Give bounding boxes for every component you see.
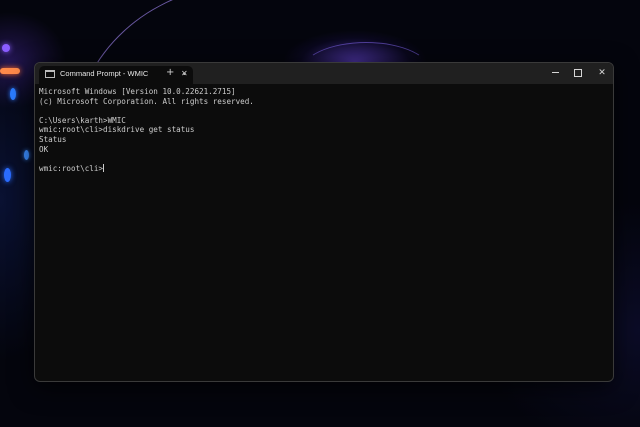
chevron-down-icon[interactable]: ⌄: [181, 67, 188, 79]
minimize-icon: [551, 72, 559, 73]
new-tab-button[interactable]: +: [166, 66, 174, 80]
wallpaper-glow: [2, 44, 10, 52]
console-line: Status: [39, 134, 67, 144]
console-line: C:\Users\karth>WMIC: [39, 115, 126, 125]
text-cursor: [103, 163, 105, 172]
wallpaper-glow: [24, 150, 29, 160]
tab-title: Command Prompt - WMIC: [60, 69, 149, 78]
minimize-button[interactable]: [545, 66, 565, 80]
prompt-text: wmic:root\cli>: [39, 163, 104, 173]
title-bar[interactable]: Command Prompt - WMIC ✕ + ⌄ ✕: [35, 63, 613, 84]
terminal-icon: [45, 70, 55, 78]
maximize-icon: [574, 68, 582, 77]
console-line: OK: [39, 144, 49, 154]
maximize-button[interactable]: [568, 66, 588, 80]
close-icon: ✕: [598, 68, 606, 78]
wallpaper-glow: [0, 68, 20, 74]
console-line: wmic:root\cli>diskdrive get status: [39, 125, 195, 135]
command-prompt-window: Command Prompt - WMIC ✕ + ⌄ ✕ Microsoft …: [34, 62, 614, 382]
console-output[interactable]: Microsoft Windows [Version 10.0.22621.27…: [39, 87, 607, 375]
command-prompt-line[interactable]: wmic:root\cli>: [39, 163, 607, 174]
close-button[interactable]: ✕: [592, 66, 612, 80]
wallpaper-glow: [4, 168, 11, 182]
console-line: Microsoft Windows [Version 10.0.22621.27…: [39, 87, 236, 96]
wallpaper-glow: [10, 88, 16, 100]
console-line: (c) Microsoft Corporation. All rights re…: [39, 96, 254, 106]
